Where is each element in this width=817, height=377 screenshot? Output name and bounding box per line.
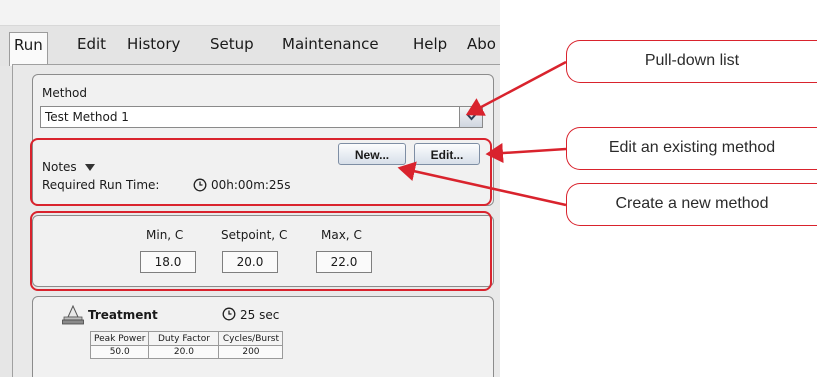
method-label: Method bbox=[42, 86, 88, 100]
menu-setup[interactable]: Setup bbox=[208, 34, 256, 54]
notes-label: Notes bbox=[42, 160, 77, 174]
treatment-table-header: Peak Power Duty Factor Cycles/Burst bbox=[89, 331, 284, 346]
sonicator-icon bbox=[62, 305, 84, 325]
menu-history[interactable]: History bbox=[125, 34, 182, 54]
callout-edit-existing: Edit an existing method bbox=[566, 127, 817, 170]
triangle-down-icon bbox=[84, 164, 95, 171]
min-temp-field[interactable]: 18.0 bbox=[140, 251, 196, 273]
required-run-time-value: 00h:00m:25s bbox=[211, 178, 291, 192]
method-select[interactable]: Test Method 1 bbox=[40, 106, 483, 128]
max-temp-field[interactable]: 22.0 bbox=[316, 251, 372, 273]
clock-icon bbox=[222, 307, 236, 321]
menu-maintenance[interactable]: Maintenance bbox=[280, 34, 381, 54]
duty-factor-header: Duty Factor bbox=[148, 331, 220, 346]
cycles-burst-cell[interactable]: 200 bbox=[218, 345, 284, 359]
table-row: 50.0 20.0 200 bbox=[89, 345, 284, 359]
title-strip bbox=[0, 0, 500, 26]
menu-run[interactable]: Run bbox=[9, 32, 48, 66]
duty-factor-cell[interactable]: 20.0 bbox=[148, 345, 220, 359]
notes-toggle[interactable]: Notes bbox=[42, 160, 95, 174]
max-temp-label: Max, C bbox=[321, 228, 362, 242]
cycles-burst-header: Cycles/Burst bbox=[218, 331, 284, 346]
setpoint-temp-field[interactable]: 20.0 bbox=[222, 251, 278, 273]
callout-pulldown: Pull-down list bbox=[566, 40, 817, 83]
menu-about[interactable]: Abo bbox=[465, 34, 498, 54]
new-method-button[interactable]: New... bbox=[338, 143, 406, 165]
min-temp-label: Min, C bbox=[146, 228, 184, 242]
menu-bar: Run Edit History Setup Maintenance Help … bbox=[0, 26, 500, 66]
clock-icon bbox=[193, 178, 207, 192]
callout-create-new: Create a new method bbox=[566, 183, 817, 226]
treatment-label: Treatment bbox=[88, 308, 158, 322]
method-dropdown-button[interactable] bbox=[459, 107, 482, 127]
application-window: Run Edit History Setup Maintenance Help … bbox=[0, 0, 500, 377]
treatment-table: Peak Power Duty Factor Cycles/Burst 50.0… bbox=[89, 331, 284, 359]
treatment-duration: 25 sec bbox=[240, 308, 280, 322]
menu-help[interactable]: Help bbox=[411, 34, 449, 54]
peak-power-cell[interactable]: 50.0 bbox=[89, 345, 150, 359]
edit-method-button[interactable]: Edit... bbox=[414, 143, 480, 165]
peak-power-header: Peak Power bbox=[89, 331, 150, 346]
setpoint-temp-label: Setpoint, C bbox=[221, 228, 288, 242]
menu-edit[interactable]: Edit bbox=[75, 34, 108, 54]
chevron-down-icon bbox=[466, 113, 477, 121]
required-run-time-label: Required Run Time: bbox=[42, 178, 160, 192]
